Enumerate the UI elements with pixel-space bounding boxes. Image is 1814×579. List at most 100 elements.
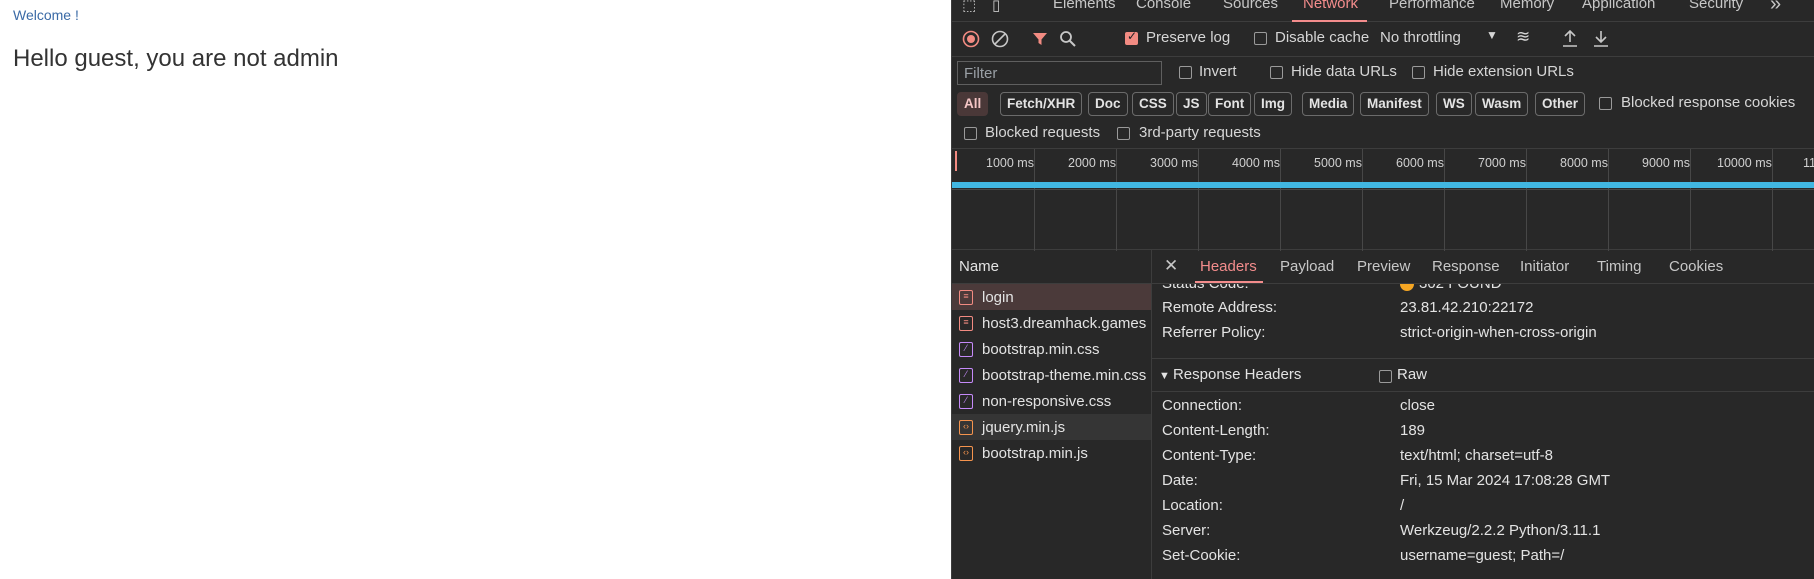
request-row[interactable]: ‹› bootstrap.min.js [952,440,1151,466]
raw-label: Raw [1397,366,1428,383]
devtools-tab-bar: ⬚ ▯ Elements Console Sources Network Per… [952,0,1814,22]
filter-icon[interactable] [1032,31,1048,47]
timeline-gridline [1608,149,1609,251]
close-icon[interactable]: ✕ [1164,256,1178,276]
name-column-header[interactable]: Name [952,250,1152,284]
header-value: username=guest; Path=/ [1400,547,1565,564]
import-har-icon[interactable] [1562,30,1578,48]
response-headers-title: Response Headers [1172,366,1302,383]
hide-extension-urls-label: Hide extension URLs [1433,63,1574,80]
disable-cache-label: Disable cache [1275,29,1370,46]
tab-console[interactable]: Console [1136,0,1191,12]
tab-performance[interactable]: Performance [1389,0,1475,12]
header-value: / [1400,497,1405,514]
tab-timing[interactable]: Timing [1597,258,1641,275]
disable-cache-checkbox[interactable] [1254,32,1267,45]
timeline-tick-label: 2000 ms [1068,156,1116,170]
chevron-down-icon[interactable]: ▼ [1486,28,1498,42]
invert-label: Invert [1199,63,1237,80]
third-party-requests-checkbox[interactable] [1117,127,1130,140]
document-icon: ≡ [959,289,973,305]
chip-ws[interactable]: WS [1436,92,1472,116]
request-row[interactable]: ⁄ non-responsive.css [952,388,1151,414]
tab-payload[interactable]: Payload [1280,258,1334,275]
tab-cookies[interactable]: Cookies [1669,258,1723,275]
stop-recording-icon[interactable] [962,30,980,48]
request-row[interactable]: ⁄ bootstrap-theme.min.css [952,362,1151,388]
request-name: bootstrap.min.css [982,340,1100,358]
timeline-gridline [1116,149,1117,251]
chip-doc[interactable]: Doc [1088,92,1128,116]
hide-extension-urls-checkbox[interactable] [1412,66,1425,79]
chip-manifest[interactable]: Manifest [1360,92,1429,116]
tab-elements[interactable]: Elements [1053,0,1116,12]
document-icon: ≡ [959,315,973,331]
request-row[interactable]: ≡ login [952,284,1151,310]
headers-panel: Status Code: 302 FOUND Remote Address: 2… [1152,284,1814,579]
timeline-tick-label: 10000 ms [1717,156,1772,170]
triangle-down-icon: ▼ [1159,370,1173,382]
request-detail-tabs: ✕ Headers Payload Preview Response Initi… [1152,250,1814,284]
tab-network[interactable]: Network [1303,0,1358,12]
blocked-requests-label: Blocked requests [985,124,1101,141]
request-row[interactable]: ‹› jquery.min.js [952,414,1151,440]
tab-response[interactable]: Response [1432,258,1500,275]
script-icon: ‹› [959,419,973,435]
blocked-response-cookies-checkbox[interactable] [1599,97,1612,110]
tab-memory[interactable]: Memory [1500,0,1554,12]
header-key: Content-Type: [1162,447,1257,464]
network-overview-timeline[interactable]: 1000 ms 2000 ms 3000 ms 4000 ms 5000 ms … [952,148,1814,251]
request-name: jquery.min.js [982,418,1066,436]
tab-initiator[interactable]: Initiator [1520,258,1569,275]
raw-checkbox[interactable] [1379,370,1392,383]
preserve-log-label: Preserve log [1146,29,1231,46]
timeline-gridline [1772,149,1773,251]
export-har-icon[interactable] [1593,30,1609,48]
chip-other[interactable]: Other [1535,92,1586,116]
search-icon[interactable] [1059,30,1077,48]
header-key: Server: [1162,522,1211,539]
preserve-log-checkbox[interactable] [1125,29,1138,45]
tab-headers[interactable]: Headers [1200,258,1257,275]
blocked-requests-checkbox[interactable] [964,127,977,140]
tab-security[interactable]: Security [1689,0,1743,12]
chip-fetch-xhr[interactable]: Fetch/XHR [1000,92,1083,116]
timeline-gridline [1526,149,1527,251]
devtools-panel: ⬚ ▯ Elements Console Sources Network Per… [951,0,1814,579]
third-party-requests-label: 3rd-party requests [1139,124,1261,141]
request-row[interactable]: ⁄ bootstrap.min.css [952,336,1151,362]
timeline-tick-label: 8000 ms [1560,156,1608,170]
header-key: Date: [1162,472,1198,489]
chip-js[interactable]: JS [1176,92,1207,116]
tab-preview[interactable]: Preview [1357,258,1410,275]
timeline-tick-label: 1000 ms [986,156,1034,170]
chip-css[interactable]: CSS [1132,92,1174,116]
chip-img[interactable]: Img [1254,92,1293,116]
blocked-response-cookies-label: Blocked response cookies [1621,94,1796,111]
request-row[interactable]: ≡ host3.dreamhack.games [952,310,1151,336]
inspect-element-icon[interactable]: ⬚ [962,0,976,14]
chip-wasm[interactable]: Wasm [1475,92,1529,116]
network-conditions-icon[interactable]: ≋ [1516,27,1530,47]
response-headers-toggle[interactable]: ▼ Response Headers [1159,366,1301,383]
chip-all[interactable]: All [957,92,989,116]
device-toolbar-icon[interactable]: ▯ [992,0,1000,14]
header-key: Set-Cookie: [1162,547,1241,564]
chip-media[interactable]: Media [1302,92,1355,116]
header-value: Werkzeug/2.2.2 Python/3.11.1 [1400,522,1601,539]
request-name: bootstrap-theme.min.css [982,366,1147,384]
hide-data-urls-checkbox[interactable] [1270,66,1283,79]
tab-application[interactable]: Application [1582,0,1655,12]
timeline-tick-label: 6000 ms [1396,156,1444,170]
filter-input[interactable] [957,61,1162,85]
more-tabs-icon[interactable]: » [1770,0,1781,16]
referrer-policy-value: strict-origin-when-cross-origin [1400,324,1597,341]
invert-checkbox[interactable] [1179,66,1192,79]
timeline-tick-label: 3000 ms [1150,156,1198,170]
header-key: Location: [1162,497,1223,514]
throttling-select[interactable]: No throttling [1380,29,1461,46]
stylesheet-icon: ⁄ [959,367,973,383]
tab-sources[interactable]: Sources [1223,0,1278,12]
clear-icon[interactable] [991,30,1009,48]
chip-font[interactable]: Font [1208,92,1252,116]
